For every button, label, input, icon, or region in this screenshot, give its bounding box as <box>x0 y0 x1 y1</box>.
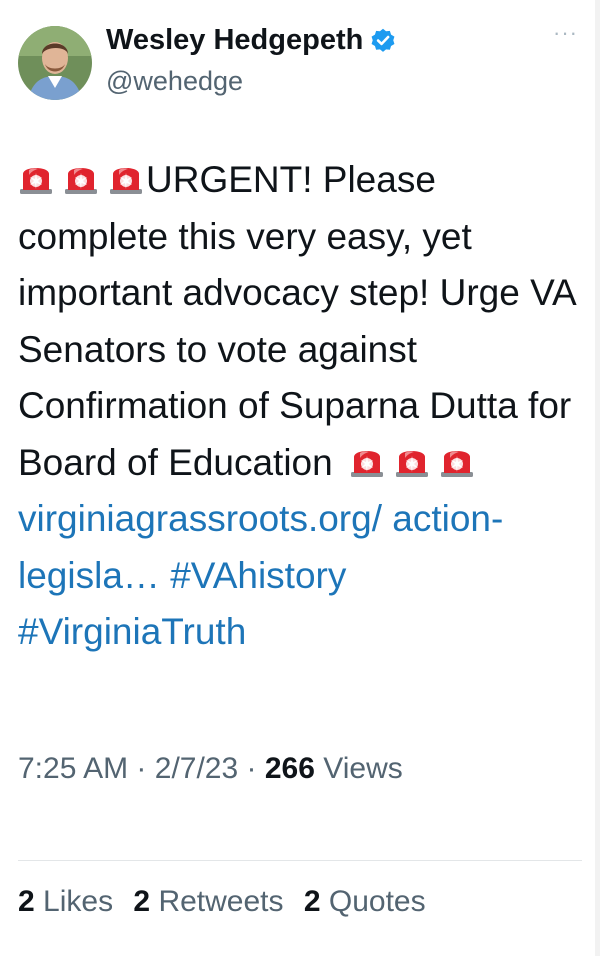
siren-emoji-icon <box>63 159 99 195</box>
siren-emoji-icon <box>18 159 54 195</box>
quotes-label: Quotes <box>328 885 426 918</box>
author-handle[interactable]: @wehedge <box>106 66 243 97</box>
hashtag-vahistory[interactable]: #VAhistory <box>170 555 346 596</box>
verified-badge-icon <box>369 27 397 55</box>
meta-separator: · <box>136 752 147 785</box>
tweet-meta: 7:25 AM · 2/7/23 · 266 Views <box>18 752 403 786</box>
retweets-count: 2 <box>133 885 151 918</box>
tweet-body-text: URGENT! Please complete this very easy, … <box>18 159 575 483</box>
tweet-text: URGENT! Please complete this very easy, … <box>18 152 578 661</box>
retweets-label: Retweets <box>158 885 284 918</box>
author-name-text: Wesley Hedgepeth <box>106 24 364 56</box>
hashtag-virginiatruth[interactable]: #VirginiaTruth <box>18 611 246 652</box>
retweets-stat[interactable]: 2 Retweets <box>133 885 291 918</box>
likes-stat[interactable]: 2 Likes <box>18 885 121 918</box>
more-options-icon[interactable]: ··· <box>553 22 578 44</box>
views-label: Views <box>323 752 403 785</box>
tweet-time[interactable]: 7:25 AM <box>18 752 128 785</box>
siren-emoji-icon <box>439 442 475 478</box>
meta-separator: · <box>246 752 257 785</box>
siren-emoji-icon <box>394 442 430 478</box>
engagement-stats: 2 Likes 2 Retweets 2 Quotes <box>18 885 438 919</box>
quotes-count: 2 <box>303 885 321 918</box>
quotes-stat[interactable]: 2 Quotes <box>304 885 426 918</box>
likes-label: Likes <box>43 885 114 918</box>
siren-emoji-icon <box>349 442 385 478</box>
author-name[interactable]: Wesley Hedgepeth <box>106 24 397 57</box>
scrollbar[interactable] <box>595 0 600 956</box>
siren-emoji-icon <box>108 159 144 195</box>
likes-count: 2 <box>18 885 35 918</box>
author-avatar[interactable] <box>18 26 92 100</box>
views-count: 266 <box>264 752 315 785</box>
tweet-date[interactable]: 2/7/23 <box>155 752 238 785</box>
divider <box>18 860 582 861</box>
